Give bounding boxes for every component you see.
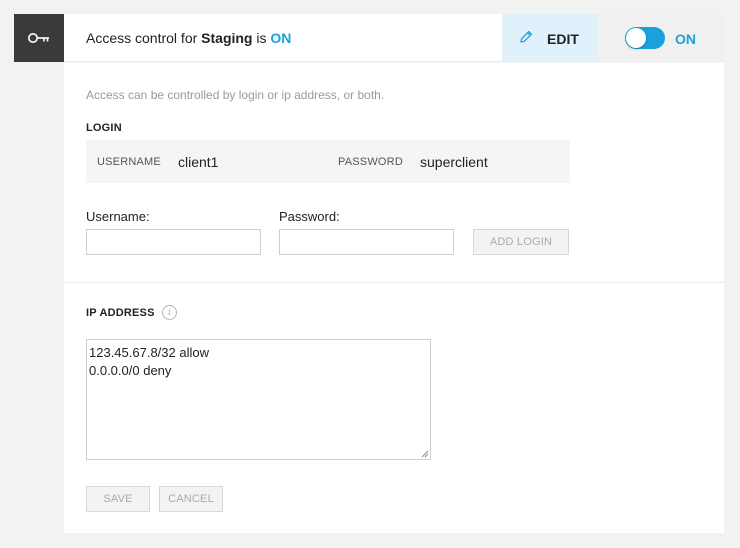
cancel-button[interactable]: CANCEL [159, 486, 223, 512]
access-control-header: Access control for Staging is ON EDIT ON [64, 14, 724, 62]
ip-rule-line: 0.0.0.0/0 deny [89, 363, 172, 378]
login-section-title: LOGIN [86, 122, 122, 134]
password-field-label: Password: [279, 209, 340, 224]
access-status: ON [270, 30, 292, 46]
save-button[interactable]: SAVE [86, 486, 150, 512]
username-field-label: Username: [86, 209, 150, 224]
ip-rule-line: 123.45.67.8/32 allow [89, 345, 209, 360]
title-prefix: Access control for [86, 30, 202, 46]
ip-section-title: IP ADDRESS [86, 307, 155, 319]
resize-handle-icon[interactable] [421, 450, 429, 458]
key-icon-tile [14, 14, 64, 62]
header-title: Access control for Staging is ON [86, 30, 291, 46]
login-entry: USERNAME client1 PASSWORD superclient [86, 140, 570, 183]
toggle-area: ON [598, 14, 724, 62]
access-control-panel: Access can be controlled by login or ip … [64, 63, 724, 533]
add-login-button[interactable]: ADD LOGIN [473, 229, 569, 255]
description: Access can be controlled by login or ip … [86, 88, 385, 102]
password-value: superclient [420, 154, 488, 170]
password-input[interactable] [279, 229, 454, 255]
username-input[interactable] [86, 229, 261, 255]
toggle-knob[interactable] [626, 28, 646, 48]
title-middle: is [252, 30, 271, 46]
password-label: PASSWORD [338, 156, 403, 168]
pencil-icon [520, 30, 533, 43]
access-toggle[interactable] [625, 27, 665, 49]
key-icon [28, 33, 49, 43]
edit-label: EDIT [547, 31, 579, 47]
environment-name: Staging [201, 30, 253, 46]
username-value: client1 [178, 154, 219, 170]
edit-button[interactable]: EDIT [502, 14, 598, 62]
username-label: USERNAME [97, 156, 161, 168]
toggle-label: ON [675, 31, 696, 47]
section-divider [64, 282, 724, 283]
info-icon[interactable]: i [162, 305, 177, 320]
ip-address-textarea[interactable]: 123.45.67.8/32 allow 0.0.0.0/0 deny [86, 339, 431, 460]
